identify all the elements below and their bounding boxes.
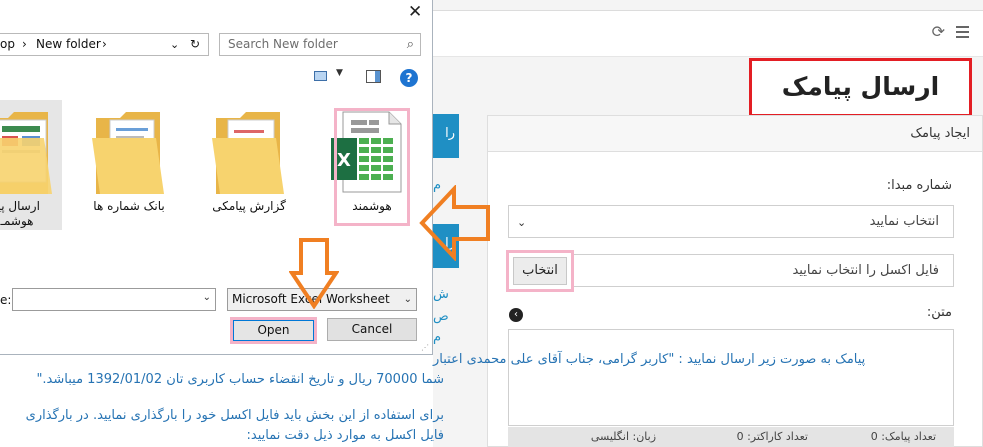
chevron-down-icon: ⌄ (517, 216, 527, 229)
help-icon[interactable]: ? (400, 69, 418, 87)
chevron-down-icon[interactable]: ⌄ (170, 34, 179, 55)
file-item-folder-report[interactable]: گزارش پیامکی (204, 100, 294, 230)
cancel-button[interactable]: Cancel (327, 318, 417, 341)
web-page: ⟳ ارسال پیامک هوشمند را م را ش ص م ایجاد… (433, 0, 983, 447)
refresh-icon[interactable]: ↻ (190, 34, 200, 55)
chevron-down-icon: ⌄ (403, 294, 412, 305)
pick-file-button[interactable]: انتخاب (506, 250, 574, 292)
resize-grip-icon[interactable]: ⋰ (421, 343, 429, 352)
breadcrumb-separator-icon: › (102, 37, 107, 51)
bg-text-line-1: پیامک به صورت زیر ارسال نمایید : "کاربر … (433, 352, 866, 367)
arrow-left-icon (419, 185, 490, 261)
page-title: ارسال پیامک هوشمند (749, 58, 972, 153)
preview-pane-icon[interactable] (366, 70, 381, 83)
file-item-folder-numbers[interactable]: بانک شماره ها (84, 100, 174, 230)
open-button[interactable]: Open (233, 320, 314, 341)
arrow-down-icon (289, 238, 339, 309)
side-letter-3: ص (433, 309, 449, 324)
file-name: ارسال پیـ هوشمـ (0, 199, 40, 228)
language-label: زبان: انگلیسی (590, 430, 656, 443)
sms-text-area[interactable] (508, 329, 954, 426)
file-name-label: e: (0, 293, 12, 307)
excel-highlight-frame (334, 108, 410, 226)
chevron-down-icon[interactable]: ⌄ (203, 292, 211, 303)
panel-header: ایجاد پیامک (488, 116, 982, 152)
bg-text-line-2: شما 70000 ریال و تاریخ انقضاء حساب کاربر… (36, 372, 444, 387)
side-tab-1[interactable]: را (433, 114, 459, 158)
side-letter-4: م (433, 330, 442, 345)
file-name: بانک شماره ها (93, 199, 165, 213)
file-name: گزارش پیامکی (212, 199, 286, 213)
bg-text-line-3: برای استفاده از این بخش باید فایل اکسل خ… (25, 408, 444, 423)
breadcrumb-part-1[interactable]: op (0, 34, 15, 55)
search-icon: ⌕ (406, 37, 414, 52)
excel-file-input[interactable]: فایل اکسل را انتخاب نمایید (508, 254, 954, 287)
folder-icon (212, 112, 284, 194)
create-sms-panel: ایجاد پیامک شماره مبدا: انتخاب نمایید ⌄ … (487, 115, 983, 447)
open-file-dialog: ✕ op › New folder › ⌄ ↻ Search New folde… (0, 0, 433, 355)
refresh-icon[interactable]: ⟳ (932, 24, 945, 40)
chevron-down-icon[interactable]: ▼ (336, 68, 343, 78)
sms-count: تعداد پیامک: 0 (870, 430, 936, 443)
text-label: متن: (926, 305, 952, 320)
char-count: تعداد کاراکتر: 0 (736, 430, 808, 443)
side-letter-2: ش (433, 287, 449, 302)
breadcrumb-separator-icon: › (22, 37, 27, 51)
view-options-icon[interactable] (314, 71, 327, 81)
file-item-folder-smart[interactable]: ارسال پیـ هوشمـ (0, 100, 62, 230)
breadcrumb-part-2[interactable]: New folder (36, 34, 101, 55)
source-number-label: شماره مبدا: (886, 178, 952, 193)
web-top-bar: ⟳ (433, 11, 983, 57)
folder-icon (0, 112, 52, 194)
bg-text-line-4: فایل اکسل به موارد ذیل دقت نمایید: (246, 428, 444, 443)
file-name-input[interactable]: ⌄ (12, 288, 216, 311)
source-number-select[interactable]: انتخاب نمایید ⌄ (508, 205, 954, 238)
folder-icon (92, 112, 164, 194)
close-icon[interactable]: ✕ (408, 1, 422, 23)
hamburger-menu-icon[interactable] (956, 26, 969, 38)
chevron-left-circle-icon[interactable]: ‹ (509, 308, 523, 322)
address-bar[interactable]: op › New folder › ⌄ ↻ (0, 33, 209, 56)
search-input[interactable]: Search New folder ⌕ (219, 33, 421, 56)
counter-bar: تعداد پیامک: 0 تعداد کاراکتر: 0 زبان: ان… (508, 427, 954, 447)
